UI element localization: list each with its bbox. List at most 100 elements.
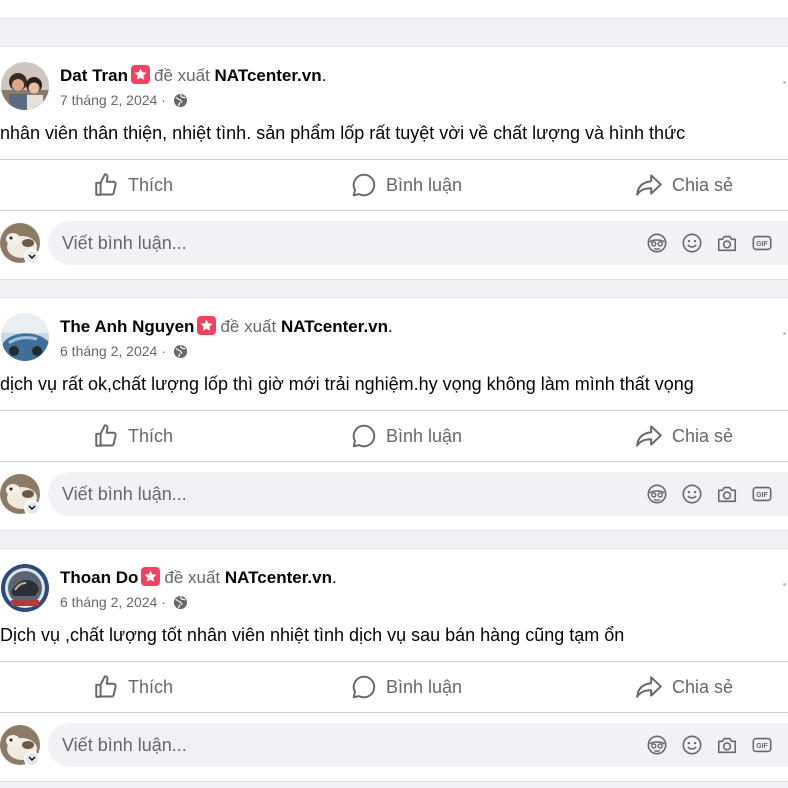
share-button[interactable]: Chia sẻ	[635, 160, 733, 210]
like-label: Thích	[128, 425, 174, 446]
like-button[interactable]: Thích	[93, 411, 173, 461]
recommend-star-icon	[131, 65, 151, 84]
comment-input[interactable]	[62, 221, 622, 265]
post-header: Dat Tran đề xuất NATcenter.vn. 7 tháng 2,…	[0, 61, 788, 113]
author-avatar[interactable]	[1, 564, 49, 612]
comment-button[interactable]: Bình luận	[351, 411, 462, 461]
comment-label: Bình luận	[386, 174, 463, 195]
share-label: Chia sẻ	[672, 676, 734, 697]
camera-icon[interactable]	[716, 734, 738, 756]
globe-icon	[173, 344, 188, 362]
author-avatar[interactable]	[1, 62, 49, 110]
post-title-line: The Anh Nguyen đề xuất NATcenter.vn.	[60, 316, 393, 337]
post-text: dịch vụ rất ok,chất lượng lốp thì giờ mớ…	[0, 374, 694, 394]
camera-icon[interactable]	[716, 232, 738, 254]
like-label: Thích	[128, 676, 174, 697]
emoji-icon[interactable]	[681, 232, 703, 254]
action-bar: Thích Bình luận Chia sẻ	[0, 159, 788, 211]
chevron-down-icon[interactable]	[24, 500, 40, 516]
gif-icon[interactable]: GIF	[751, 734, 773, 756]
post-meta: 6 tháng 2, 2024 ·	[60, 594, 188, 613]
title-period: .	[321, 66, 327, 85]
comment-box: GIF	[48, 723, 788, 767]
recommend-star-icon	[197, 316, 217, 335]
post-date[interactable]: 7 tháng 2, 2024 ·	[60, 92, 166, 108]
recommend-verb: đề xuất	[220, 317, 277, 336]
page-name[interactable]: NATcenter.vn	[281, 317, 388, 336]
gif-icon[interactable]: GIF	[751, 232, 773, 254]
svg-text:GIF: GIF	[756, 743, 767, 750]
review-post: The Anh Nguyen đề xuất NATcenter.vn. 6 th…	[0, 297, 788, 531]
avatar-sticker-icon[interactable]	[646, 483, 668, 505]
page-name[interactable]: NATcenter.vn	[215, 66, 322, 85]
like-label: Thích	[128, 174, 174, 195]
share-label: Chia sẻ	[672, 425, 734, 446]
globe-icon	[173, 93, 188, 111]
chevron-down-icon[interactable]	[24, 249, 40, 265]
comment-box: GIF	[48, 472, 788, 516]
comment-composer: GIF	[0, 470, 788, 518]
share-button[interactable]: Chia sẻ	[635, 411, 733, 461]
gif-icon[interactable]: GIF	[751, 483, 773, 505]
speech-bubble-icon	[352, 424, 376, 448]
comment-button[interactable]: Bình luận	[351, 160, 462, 210]
comment-label: Bình luận	[386, 676, 463, 697]
author-name[interactable]: The Anh Nguyen	[60, 317, 194, 336]
author-avatar[interactable]	[1, 313, 49, 361]
comment-button[interactable]: Bình luận	[351, 662, 462, 712]
avatar-sticker-icon[interactable]	[646, 734, 668, 756]
more-options-dot[interactable]	[783, 332, 786, 335]
post-title-line: Dat Tran đề xuất NATcenter.vn.	[60, 65, 326, 86]
globe-icon	[173, 595, 188, 613]
comment-composer: GIF	[0, 721, 788, 769]
svg-text:GIF: GIF	[756, 492, 767, 499]
avatar-sticker-icon[interactable]	[646, 232, 668, 254]
post-date[interactable]: 6 tháng 2, 2024 ·	[60, 594, 166, 610]
previous-post-footer	[0, 0, 788, 19]
action-bar: Thích Bình luận Chia sẻ	[0, 661, 788, 713]
thumbs-up-icon	[95, 675, 117, 698]
thumbs-up-icon	[95, 424, 117, 447]
title-period: .	[388, 317, 393, 336]
post-title-line: Thoan Do đề xuất NATcenter.vn.	[60, 567, 337, 588]
speech-bubble-icon	[352, 173, 376, 197]
post-text: Dịch vụ ,chất lượng tốt nhân viên nhiệt …	[0, 625, 625, 645]
page-name[interactable]: NATcenter.vn	[225, 568, 332, 587]
svg-text:GIF: GIF	[756, 241, 767, 248]
share-button[interactable]: Chia sẻ	[635, 662, 733, 712]
post-header: Thoan Do đề xuất NATcenter.vn. 6 tháng 2,…	[0, 563, 788, 615]
recommend-verb: đề xuất	[164, 568, 221, 587]
share-arrow-icon	[636, 676, 662, 698]
post-meta: 6 tháng 2, 2024 ·	[60, 343, 188, 362]
author-name[interactable]: Thoan Do	[60, 568, 138, 587]
review-post: Thoan Do đề xuất NATcenter.vn. 6 tháng 2,…	[0, 548, 788, 782]
recommend-verb: đề xuất	[154, 66, 210, 85]
camera-icon[interactable]	[716, 483, 738, 505]
comment-input[interactable]	[62, 472, 622, 516]
like-button[interactable]: Thích	[93, 160, 173, 210]
review-post: Dat Tran đề xuất NATcenter.vn. 7 tháng 2,…	[0, 46, 788, 280]
like-button[interactable]: Thích	[93, 662, 173, 712]
recommend-star-icon	[141, 567, 161, 586]
thumbs-up-icon	[95, 173, 117, 196]
post-date[interactable]: 6 tháng 2, 2024 ·	[60, 343, 166, 359]
comment-box: GIF	[48, 221, 788, 265]
emoji-icon[interactable]	[681, 483, 703, 505]
action-bar: Thích Bình luận Chia sẻ	[0, 410, 788, 462]
emoji-icon[interactable]	[681, 734, 703, 756]
comment-label: Bình luận	[386, 425, 463, 446]
author-name[interactable]: Dat Tran	[60, 66, 128, 85]
comment-input[interactable]	[62, 723, 622, 767]
share-arrow-icon	[636, 174, 662, 196]
share-label: Chia sẻ	[672, 174, 734, 195]
comment-composer: GIF	[0, 219, 788, 267]
more-options-dot[interactable]	[783, 583, 786, 586]
post-header: The Anh Nguyen đề xuất NATcenter.vn. 6 th…	[0, 312, 788, 364]
title-period: .	[331, 568, 337, 587]
post-text: nhân viên thân thiện, nhiệt tình. sản ph…	[0, 123, 686, 143]
post-meta: 7 tháng 2, 2024 ·	[60, 92, 188, 111]
speech-bubble-icon	[352, 675, 376, 699]
more-options-dot[interactable]	[783, 81, 786, 84]
chevron-down-icon[interactable]	[24, 751, 40, 767]
share-arrow-icon	[636, 425, 662, 447]
